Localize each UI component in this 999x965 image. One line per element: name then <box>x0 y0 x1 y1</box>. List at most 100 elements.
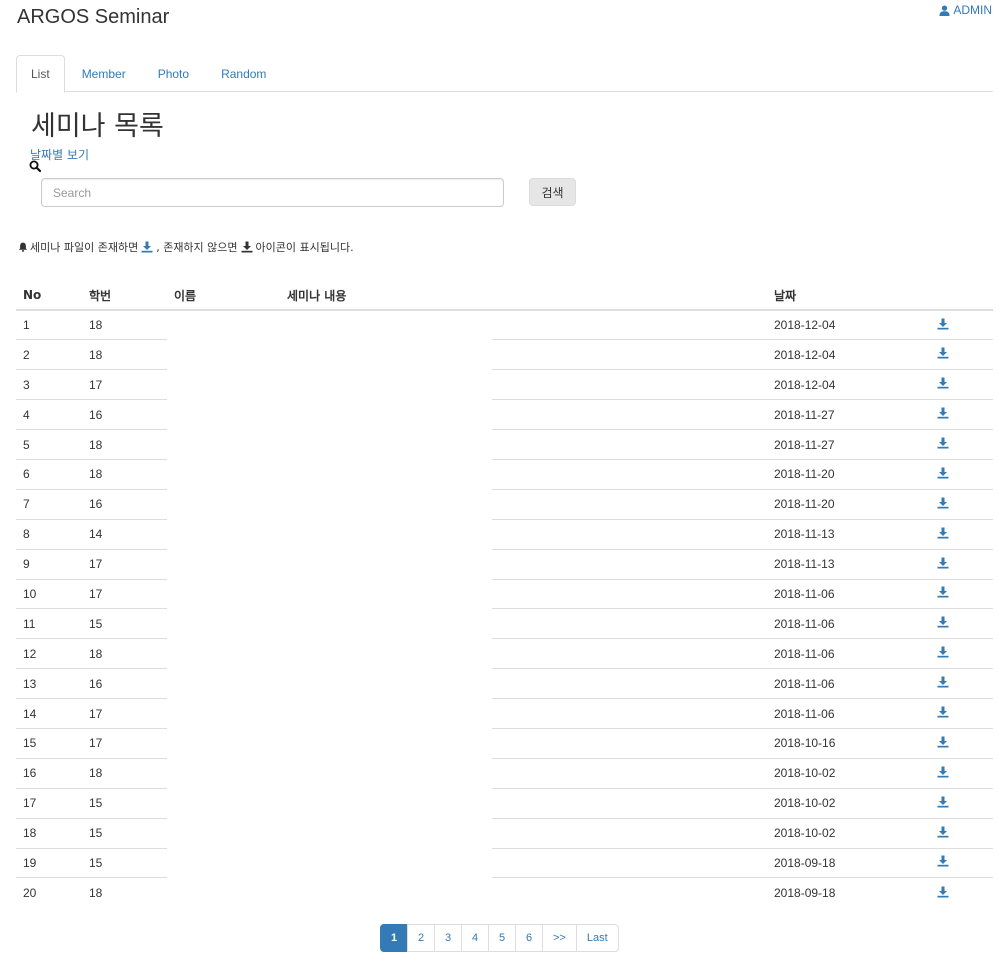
cell-no: 2 <box>16 339 82 370</box>
search-input[interactable] <box>41 178 504 207</box>
table-row: 8 14 2018-11-13 <box>16 518 993 550</box>
cell-student-id: 18 <box>82 429 167 460</box>
cell-content <box>280 848 492 878</box>
cell-name <box>167 728 280 758</box>
cell-spacer <box>492 429 767 460</box>
download-icon[interactable] <box>937 527 949 539</box>
cell-student-id: 18 <box>82 339 167 370</box>
search-button[interactable]: 검색 <box>529 178 576 206</box>
page-4[interactable]: 4 <box>461 924 489 952</box>
cell-no: 7 <box>16 488 82 520</box>
cell-download <box>927 727 993 759</box>
cell-content <box>280 459 492 489</box>
download-icon[interactable] <box>937 616 949 628</box>
download-icon[interactable] <box>937 318 949 330</box>
cell-no: 6 <box>16 458 82 490</box>
tab-random[interactable]: Random <box>206 55 281 92</box>
tab-member[interactable]: Member <box>67 55 141 92</box>
download-icon[interactable] <box>937 855 949 867</box>
cell-date: 2018-11-27 <box>767 429 927 460</box>
download-icon[interactable] <box>937 467 949 479</box>
cell-download <box>927 518 993 550</box>
cell-spacer <box>492 638 767 669</box>
cell-name <box>167 609 280 639</box>
cell-name <box>167 519 280 549</box>
download-icon[interactable] <box>937 736 949 748</box>
cell-date: 2018-09-18 <box>767 877 927 908</box>
user-icon <box>939 4 950 16</box>
download-icon[interactable] <box>937 886 949 898</box>
table-row: 19 15 2018-09-18 <box>16 847 993 878</box>
cell-name <box>167 758 280 788</box>
cell-spacer <box>492 727 767 759</box>
cell-content <box>280 878 492 908</box>
table-row: 13 16 2018-11-06 <box>16 668 993 699</box>
cell-name <box>167 699 280 729</box>
table-row: 2 18 2018-12-04 <box>16 339 993 370</box>
cell-download <box>927 638 993 669</box>
download-icon[interactable] <box>937 766 949 778</box>
cell-download <box>927 787 993 819</box>
table-row: 5 18 2018-11-27 <box>16 429 993 460</box>
page-next[interactable]: >> <box>542 924 577 952</box>
page-title: 세미나 목록 <box>31 111 164 142</box>
cell-spacer <box>492 309 767 340</box>
download-icon-file-missing <box>241 241 253 253</box>
cell-spacer <box>492 548 767 580</box>
cell-content <box>280 758 492 788</box>
cell-content <box>280 489 492 519</box>
download-icon[interactable] <box>937 407 949 419</box>
download-icon[interactable] <box>937 557 949 569</box>
cell-spacer <box>492 698 767 729</box>
page-5[interactable]: 5 <box>488 924 516 952</box>
table-row: 6 18 2018-11-20 <box>16 458 993 490</box>
download-icon[interactable] <box>937 826 949 838</box>
cell-spacer <box>492 877 767 908</box>
download-icon[interactable] <box>937 676 949 688</box>
download-icon[interactable] <box>937 796 949 808</box>
cell-name <box>167 579 280 609</box>
cell-no: 10 <box>16 578 82 609</box>
cell-content <box>280 579 492 609</box>
search-icon <box>29 160 41 172</box>
download-icon[interactable] <box>937 497 949 509</box>
tab-photo[interactable]: Photo <box>143 55 204 92</box>
cell-name <box>167 549 280 579</box>
page-6[interactable]: 6 <box>515 924 543 952</box>
cell-spacer <box>492 578 767 609</box>
download-icon[interactable] <box>937 377 949 389</box>
header-no: No <box>16 281 82 311</box>
cell-name <box>167 878 280 908</box>
page-3[interactable]: 3 <box>434 924 462 952</box>
table-row: 9 17 2018-11-13 <box>16 548 993 580</box>
page-1[interactable]: 1 <box>380 924 408 952</box>
cell-no: 5 <box>16 429 82 460</box>
cell-student-id: 15 <box>82 817 167 849</box>
file-notice: 세미나 파일이 존재하면 , 존재하지 않으면 아이콘이 표시됩니다. <box>16 239 354 255</box>
download-icon[interactable] <box>937 706 949 718</box>
download-icon[interactable] <box>937 347 949 359</box>
page-last[interactable]: Last <box>575 924 619 952</box>
page-2[interactable]: 2 <box>407 924 435 952</box>
table-row: 17 15 2018-10-02 <box>16 787 993 819</box>
cell-no: 20 <box>16 877 82 908</box>
download-icon[interactable] <box>937 646 949 658</box>
cell-download <box>927 817 993 849</box>
cell-date: 2018-11-13 <box>767 518 927 550</box>
cell-download <box>927 369 993 400</box>
cell-student-id: 15 <box>82 787 167 819</box>
download-icon[interactable] <box>937 437 949 449</box>
table-row: 16 18 2018-10-02 <box>16 757 993 789</box>
cell-spacer <box>492 488 767 520</box>
cell-no: 3 <box>16 369 82 400</box>
cell-date: 2018-11-13 <box>767 548 927 580</box>
download-icon[interactable] <box>937 586 949 598</box>
cell-download <box>927 309 993 340</box>
cell-student-id: 16 <box>82 668 167 699</box>
cell-name <box>167 370 280 400</box>
admin-user-link[interactable]: ADMIN <box>939 3 992 17</box>
tab-list[interactable]: List <box>16 55 65 93</box>
cell-content <box>280 728 492 758</box>
cell-content <box>280 669 492 699</box>
cell-student-id: 17 <box>82 698 167 729</box>
